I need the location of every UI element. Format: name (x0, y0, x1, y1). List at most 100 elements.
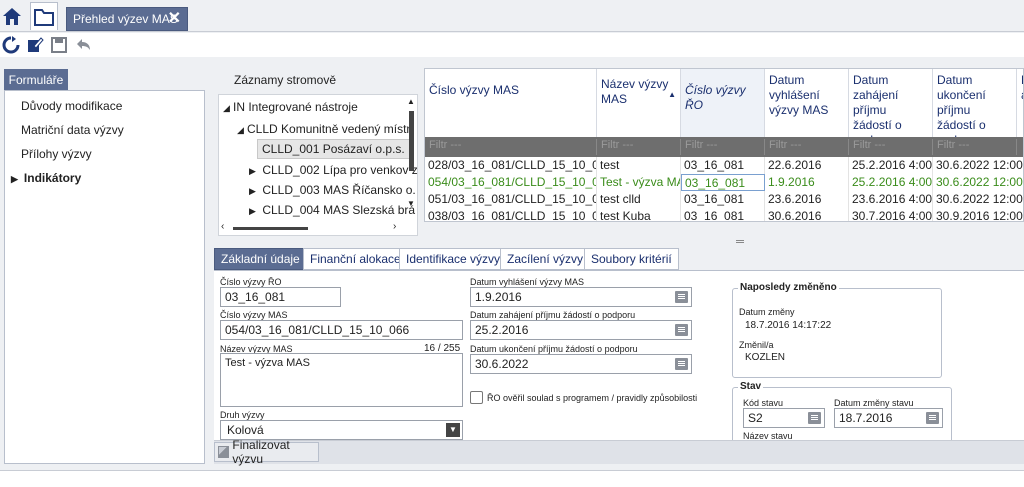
datum-zmeny-value: 18.7.2016 14:17:22 (745, 320, 832, 331)
cell: 23.6.2016 (765, 191, 849, 208)
cell: 25.2.2016 4:00: (849, 157, 933, 174)
cell: 054/03_16_081/CLLD_15_10_066 (425, 174, 597, 191)
tree-panel: ◢ IN Integrované nástroje ◢ CLLD Komunitně… (218, 94, 418, 236)
filter-nazev[interactable]: Filtr --- (597, 139, 681, 155)
form-item-duvody[interactable]: Důvody modifikace (21, 99, 122, 113)
col-header-cislo-ro[interactable]: Číslo výzvy ŘO (681, 69, 765, 137)
soulad-checkbox[interactable] (470, 391, 483, 404)
zahajeni-date-input[interactable]: 25.2.2016 (470, 320, 692, 340)
ukonceni-date-input[interactable]: 30.6.2022 (470, 354, 692, 374)
chevron-down-icon[interactable]: ▼ (446, 423, 460, 437)
tab-zakladni-udaje[interactable]: Základní údaje (214, 248, 307, 270)
folder-icon[interactable] (30, 2, 58, 30)
filter-datum-ukonceni[interactable]: Filtr --- (933, 139, 1017, 155)
cell: 03_16_081 (681, 191, 765, 208)
naposledy-zmeneno-title: Naposledy změněno (738, 282, 839, 293)
datum-zmeny-stavu-input[interactable]: 18.7.2016 (834, 408, 943, 428)
close-icon[interactable]: ✕ (168, 11, 181, 27)
detail-tabs: Základní údaje Finanční alokace Identifi… (214, 248, 1024, 270)
form-item-matricni[interactable]: Matriční data výzvy (21, 123, 124, 137)
form-item-prilohy[interactable]: Přílohy výzvy (21, 147, 92, 161)
calendar-icon[interactable] (675, 324, 688, 336)
label-ukonceni: Datum ukončení příjmu žádostí o podporu (470, 344, 638, 354)
filter-cislo-mas[interactable]: Filtr --- (425, 139, 597, 155)
tree-horizontal-scrollbar[interactable]: ‹ › (219, 221, 405, 233)
table-row-selected[interactable]: 054/03_16_081/CLLD_15_10_066 Test - výzv… (425, 174, 1023, 191)
calendar-icon[interactable] (926, 412, 939, 424)
cell: 30.6.2022 12:00 (933, 174, 1023, 191)
panel-splitter[interactable] (214, 236, 1024, 246)
tree-title: Záznamy stromově (234, 73, 337, 87)
cell: 038/03_16_081/CLLD_15_10_012 (425, 208, 597, 221)
col-header-datum-zahajeni[interactable]: Datum zahájení příjmu žádostí o podporu (849, 69, 933, 147)
label-cislo-mas: Číslo výzvy MAS (220, 310, 288, 320)
label-kod-stavu: Kód stavu (743, 398, 784, 408)
tree-node[interactable]: ◢ IN Integrované nástroje (223, 100, 358, 114)
cell: test Kuba (597, 208, 681, 221)
triangle-right-icon: ▶ (249, 206, 256, 216)
label-zahajeni: Datum zahájení příjmu žádostí o podporu (470, 310, 636, 320)
save-icon[interactable] (50, 36, 68, 54)
table-row[interactable]: 038/03_16_081/CLLD_15_10_012 test Kuba 0… (425, 208, 1023, 221)
druh-select[interactable]: Kolová ▼ (220, 420, 463, 440)
filter-row: Filtr --- Filtr --- Filtr --- Filtr --- … (425, 137, 1023, 157)
cislo-mas-input[interactable]: 054/03_16_081/CLLD_15_10_066 (220, 320, 463, 340)
nazev-textarea[interactable]: Test - výzva MAS (220, 353, 463, 407)
calendar-icon[interactable] (675, 358, 688, 370)
label-soulad: ŘO ověřil soulad s programem / pravidly … (487, 393, 698, 403)
tab-identifikace-vyzvy[interactable]: Identifikace výzvy (399, 248, 508, 270)
col-header-datum-ukonceni[interactable]: Datum ukončení příjmu žádostí o podporu (933, 69, 1017, 147)
tab-financni-alokace[interactable]: Finanční alokace (303, 248, 408, 270)
vyhlaseni-date-input[interactable]: 1.9.2016 (470, 287, 692, 307)
filter-datum-vyhlaseni[interactable]: Filtr --- (765, 139, 849, 155)
cell: Test - výzva MA (597, 174, 681, 191)
label-datum-zmeny: Datum změny (739, 307, 795, 317)
filter-cislo-ro[interactable]: Filtr --- (681, 139, 765, 155)
tree-node[interactable]: ▶ CLLD_003 MAS Říčansko o. (249, 183, 416, 197)
col-header-more[interactable]: F a (1017, 69, 1023, 137)
vyzvy-grid: Číslo výzvy MAS Název výzvy MAS ▲ Číslo v… (424, 68, 1024, 222)
calendar-icon[interactable] (675, 291, 688, 303)
filter-datum-zahajeni[interactable]: Filtr --- (849, 139, 933, 155)
cell-focused: 03_16_081 (681, 174, 765, 191)
cell: test clld (597, 191, 681, 208)
cell: test (597, 157, 681, 174)
edit-icon[interactable] (26, 36, 44, 54)
tree-node[interactable]: ◢ CLLD Komunitně vedený místn (237, 122, 413, 136)
table-row[interactable]: 051/03_16_081/CLLD_15_10_044 test clld 0… (425, 191, 1023, 208)
table-row[interactable]: 028/03_16_081/CLLD_15_10_044 test 03_16_… (425, 157, 1023, 174)
kod-stavu-select[interactable]: S2 (743, 408, 825, 428)
triangle-right-icon: ▶ (11, 174, 18, 184)
label-zmenil: Změnil/a (739, 340, 774, 350)
cell: 25.2.2016 4:00: (849, 174, 933, 191)
triangle-down-icon: ◢ (223, 103, 230, 113)
formulare-tab[interactable]: Formuláře (4, 69, 68, 91)
finalize-button[interactable]: Finalizovat výzvu (214, 438, 319, 466)
col-header-nazev[interactable]: Název výzvy MAS ▲ (597, 69, 681, 137)
col-header-cislo-mas[interactable]: Číslo výzvy MAS (425, 69, 597, 137)
cell: 30.9.2016 12:00 (933, 208, 1023, 221)
tree-node-selected[interactable]: CLLD_001 Posázaví o.p.s. (257, 139, 410, 159)
list-icon[interactable] (808, 412, 821, 424)
cislo-ro-input[interactable]: 03_16_081 (220, 287, 341, 307)
sort-asc-icon: ▲ (668, 90, 676, 99)
tree-node[interactable]: ▶ CLLD_004 MAS Slezská brá (249, 203, 415, 217)
cell: 30.6.2022 12:00 (933, 157, 1023, 174)
home-icon[interactable] (0, 3, 24, 29)
tab-soubory-kriterii[interactable]: Soubory kritérií (584, 248, 679, 270)
tree-vertical-scrollbar[interactable]: ▲ ▼ (407, 95, 417, 213)
detail-footer (214, 440, 1024, 464)
form-item-indikatory[interactable]: ▶ Indikátory (11, 171, 81, 185)
tree-node[interactable]: ▶ CLLD_002 Lípa pro venkov z (249, 163, 417, 177)
top-tab-bar: Přehled výzev MAS ✕ (0, 0, 1024, 32)
col-header-datum-vyhlaseni[interactable]: Datum vyhlášení výzvy MAS (765, 69, 849, 137)
refresh-icon[interactable] (2, 36, 20, 54)
undo-icon[interactable] (74, 36, 92, 54)
tab-zacileni-vyzvy[interactable]: Zacílení výzvy (500, 248, 591, 270)
stav-group: Kód stavu S2 Datum změny stavu 18.7.2016… (732, 387, 952, 440)
label-nazev-stavu: Název stavu (743, 431, 793, 440)
tab-prehled-vyzev[interactable]: Přehled výzev MAS ✕ (66, 7, 188, 31)
status-strip (0, 470, 1024, 487)
label-datum-zmeny-stavu: Datum změny stavu (834, 398, 914, 408)
formulare-panel: Důvody modifikace Matriční data výzvy Př… (4, 90, 205, 464)
